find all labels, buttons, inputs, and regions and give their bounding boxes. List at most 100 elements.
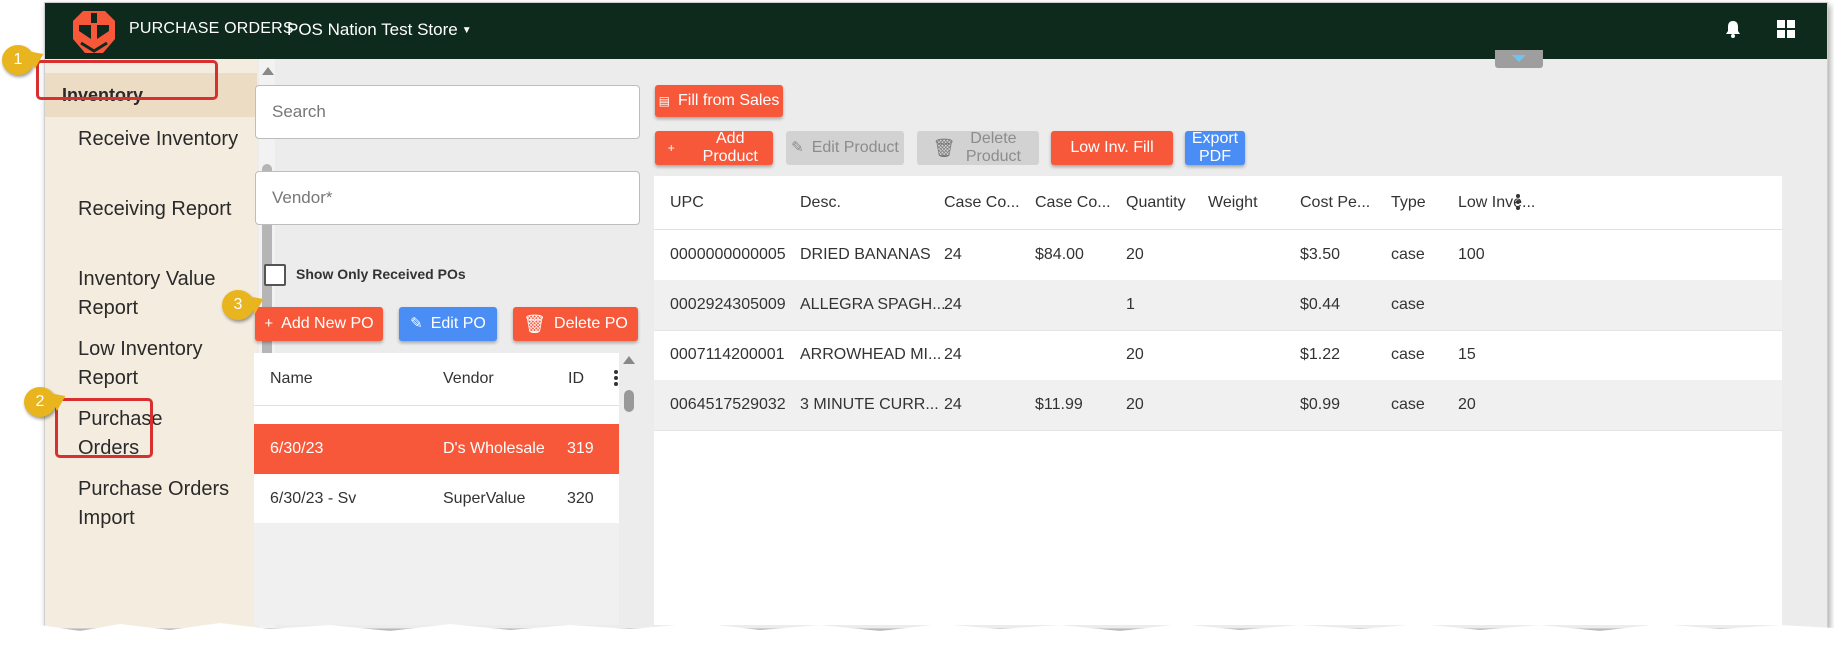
column-header-quantity[interactable]: Quantity xyxy=(1126,194,1186,212)
cell-case-cost: $84.00 xyxy=(1035,246,1084,263)
cell-desc: ARROWHEAD MI... xyxy=(800,346,942,363)
edit-product-button[interactable]: ✎ Edit Product xyxy=(786,131,904,165)
cell-upc: 0000000000005 xyxy=(670,246,786,263)
cell-cost-per: $0.99 xyxy=(1300,396,1341,413)
add-new-po-button[interactable]: + Add New PO xyxy=(255,307,383,341)
po-vendor: SuperValue xyxy=(443,490,526,507)
fill-from-sales-button[interactable]: ▤ Fill from Sales xyxy=(655,85,783,117)
pencil-icon: ✎ xyxy=(791,139,804,156)
cell-low-inventory: 15 xyxy=(1458,346,1476,363)
plus-icon: + xyxy=(264,315,274,332)
vendor-field[interactable] xyxy=(255,171,640,225)
column-header-cost-per[interactable]: Cost Pe... xyxy=(1300,194,1370,212)
edit-product-label: Edit Product xyxy=(811,139,899,156)
delete-po-button[interactable]: 🗑 Delete PO xyxy=(513,307,638,341)
po-id: 319 xyxy=(567,440,594,457)
table-icon: ▤ xyxy=(658,94,670,108)
cell-quantity: 20 xyxy=(1126,396,1144,413)
products-grid-header: UPC Desc. Case Co... Case Co... Quantity… xyxy=(654,176,1782,230)
cell-case-count: 24 xyxy=(944,396,962,413)
scroll-up-arrow-icon[interactable] xyxy=(262,67,274,75)
po-row[interactable]: 6/30/23 - Sv SuperValue 320 xyxy=(254,474,619,524)
delete-product-label: Delete Product xyxy=(965,130,1021,165)
sidebar-item-low-inventory-report[interactable]: Low Inventory Report xyxy=(78,335,248,393)
cell-type: case xyxy=(1391,396,1425,413)
show-received-label: Show Only Received POs xyxy=(296,266,466,282)
top-bar: PURCHASE ORDERS POS Nation Test Store ▼ xyxy=(45,3,1827,59)
show-received-checkbox[interactable] xyxy=(264,264,286,286)
po-row[interactable]: 6/30/23 D's Wholesale 319 xyxy=(254,424,619,474)
add-new-po-label: Add New PO xyxy=(281,315,374,332)
cell-type: case xyxy=(1391,346,1425,363)
column-header-name[interactable]: Name xyxy=(270,370,313,388)
edit-po-button[interactable]: ✎ Edit PO xyxy=(399,307,497,341)
column-header-case-cost[interactable]: Case Co... xyxy=(1035,194,1111,212)
callout-2: 2 xyxy=(24,387,56,417)
low-inv-fill-button[interactable]: Low Inv. Fill xyxy=(1051,131,1173,165)
column-header-desc[interactable]: Desc. xyxy=(800,194,841,212)
cell-cost-per: $0.44 xyxy=(1300,296,1341,313)
collapse-toggle-button[interactable] xyxy=(1495,50,1543,68)
cell-quantity: 20 xyxy=(1126,346,1144,363)
column-header-case-count[interactable]: Case Co... xyxy=(944,194,1020,212)
column-header-low-inventory[interactable]: Low Inve... xyxy=(1458,194,1535,212)
sidebar-item-receiving-report[interactable]: Receiving Report xyxy=(78,195,248,224)
cell-low-inventory: 100 xyxy=(1458,246,1485,263)
cell-desc: 3 MINUTE CURR... xyxy=(800,396,939,413)
sidebar-item-receive-inventory[interactable]: Receive Inventory xyxy=(78,125,248,154)
export-pdf-label: Export PDF xyxy=(1191,130,1239,165)
column-menu-icon[interactable] xyxy=(614,370,618,386)
highlight-inventory xyxy=(36,60,218,100)
delete-product-button[interactable]: 🗑 Delete Product xyxy=(917,130,1039,165)
search-field[interactable] xyxy=(255,85,640,139)
store-selector[interactable]: POS Nation Test Store ▼ xyxy=(287,20,472,40)
cell-cost-per: $1.22 xyxy=(1300,346,1341,363)
cell-type: case xyxy=(1391,296,1425,313)
highlight-purchase-orders xyxy=(55,398,153,458)
table-row[interactable]: 0000000000005 DRIED BANANAS 24 $84.00 20… xyxy=(654,230,1782,281)
cell-upc: 0064517529032 xyxy=(670,396,786,413)
apps-grid-icon[interactable] xyxy=(1777,20,1795,38)
chevron-down-icon: ▼ xyxy=(461,25,472,36)
export-pdf-button[interactable]: Export PDF xyxy=(1185,130,1245,165)
cell-desc: ALLEGRA SPAGH... xyxy=(800,296,946,313)
column-header-type[interactable]: Type xyxy=(1391,194,1426,212)
column-header-vendor[interactable]: Vendor xyxy=(443,370,494,388)
column-header-upc[interactable]: UPC xyxy=(670,194,704,212)
cell-cost-per: $3.50 xyxy=(1300,246,1341,263)
low-inv-fill-label: Low Inv. Fill xyxy=(1070,139,1154,156)
callout-3: 3 xyxy=(222,290,254,320)
vendor-input[interactable] xyxy=(256,172,639,224)
pos-nation-logo[interactable] xyxy=(71,9,117,55)
table-row[interactable]: 0007114200001 ARROWHEAD MI... 24 20 $1.2… xyxy=(654,330,1782,381)
cell-upc: 0007114200001 xyxy=(670,346,785,363)
cell-case-cost: $11.99 xyxy=(1035,396,1083,413)
sidebar-item-inventory-value-report[interactable]: Inventory Value Report xyxy=(78,265,248,323)
search-input[interactable] xyxy=(256,86,639,138)
bell-icon[interactable] xyxy=(1723,19,1743,39)
add-product-label: Add Product xyxy=(702,130,758,165)
add-product-button[interactable]: + Add Product xyxy=(655,130,773,165)
cell-low-inventory: 20 xyxy=(1458,396,1476,413)
fill-from-sales-label: Fill from Sales xyxy=(677,92,780,109)
column-header-weight[interactable]: Weight xyxy=(1208,194,1258,212)
sidebar-item-purchase-orders-import[interactable]: Purchase Orders Import xyxy=(78,475,248,533)
products-grid: UPC Desc. Case Co... Case Co... Quantity… xyxy=(654,176,1782,625)
po-id: 320 xyxy=(567,490,594,507)
cell-case-count: 24 xyxy=(944,296,962,313)
sidebar: Inventory Receive Inventory Receiving Re… xyxy=(45,59,257,628)
trash-icon: 🗑 xyxy=(523,314,547,334)
po-scroll-thumb[interactable] xyxy=(624,390,634,412)
po-scroll-up-icon[interactable] xyxy=(623,356,635,364)
cell-case-count: 24 xyxy=(944,246,962,263)
po-list-header: Name Vendor ID xyxy=(254,353,619,406)
po-list-empty-area xyxy=(254,523,619,625)
cell-case-count: 24 xyxy=(944,346,962,363)
column-header-id[interactable]: ID xyxy=(568,370,584,388)
po-vendor: D's Wholesale xyxy=(443,440,545,457)
cell-quantity: 1 xyxy=(1126,296,1135,313)
table-row[interactable]: 0002924305009 ALLEGRA SPAGH... 24 1 $0.4… xyxy=(654,280,1782,331)
table-row[interactable]: 0064517529032 3 MINUTE CURR... 24 $11.99… xyxy=(654,380,1782,431)
column-menu-icon[interactable] xyxy=(1516,194,1520,210)
plus-icon: + xyxy=(667,141,675,155)
